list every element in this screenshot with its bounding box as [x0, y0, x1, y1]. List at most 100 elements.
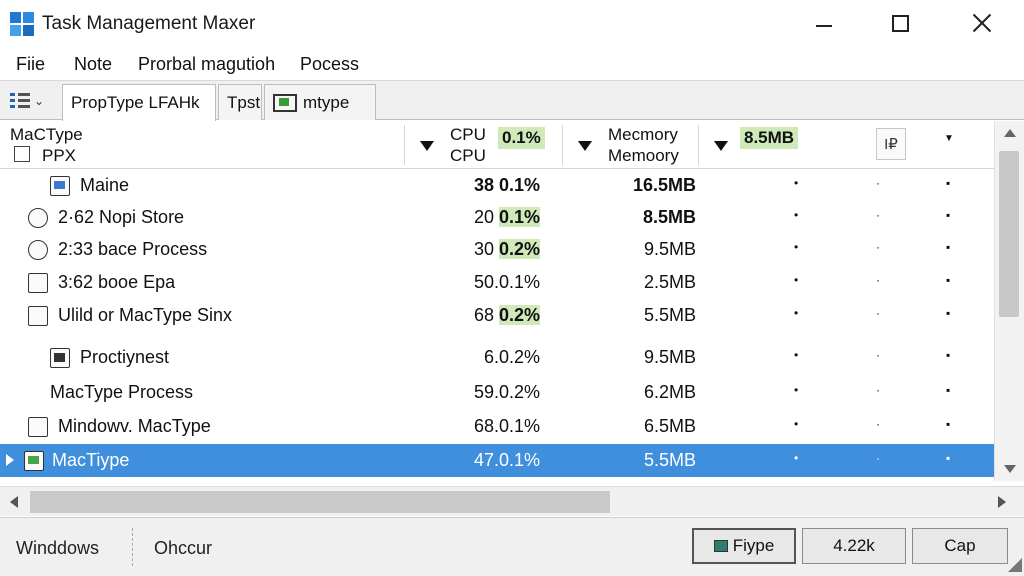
menu-file[interactable]: Fiie [16, 54, 45, 75]
process-cpu: 59.0.2% [473, 382, 540, 402]
row-marker-icon: ▪ [946, 176, 951, 190]
tab-label: Tpst [227, 92, 261, 112]
process-cpu: 47.0.1% [473, 450, 540, 470]
row-marker-icon: ▪ [946, 348, 951, 362]
table-row[interactable]: 2·62 Nopi Store 20 0.1% 8.5MB • · ▪ [0, 201, 994, 234]
menu-note[interactable]: Note [74, 54, 112, 75]
menu-prorbal[interactable]: Prorbal magutioh [138, 54, 275, 75]
row-marker-icon: · [876, 306, 880, 320]
process-cpu: 38 0.1% [473, 175, 540, 195]
process-cpu: 68.0.1% [473, 416, 540, 436]
close-icon [972, 13, 992, 33]
dark-chart-icon [50, 348, 70, 368]
cap-button[interactable]: Cap [912, 528, 1008, 564]
process-name: 3:62 booe Epa [58, 272, 176, 292]
tab-proptype[interactable]: PropType LFAHk [62, 84, 216, 121]
scroll-down-icon[interactable] [1004, 465, 1016, 473]
row-marker-icon: • [794, 306, 799, 320]
process-memory: 2.5MB [643, 272, 696, 292]
chart-app-icon [50, 176, 70, 196]
table-row[interactable]: MacTiype 47.0.1% 5.5MB • · ▪ [0, 444, 994, 477]
process-name: 2·62 Nopi Store [58, 207, 185, 227]
header-cpu-line2: CPU [450, 146, 486, 165]
chevron-down-icon: ⌄ [34, 94, 45, 108]
vertical-scrollbar[interactable] [994, 121, 1024, 481]
process-cpu: 6.0.2% [483, 347, 540, 367]
resize-grip-icon[interactable] [1008, 558, 1022, 572]
maximize-icon [891, 14, 909, 32]
table-row[interactable]: Maine 38 0.1% 16.5MB • · ▪ [0, 169, 994, 202]
process-name: 2:33 bace Process [58, 239, 208, 259]
horizontal-scrollbar[interactable] [0, 486, 1024, 516]
title-bar: Task Management Maxer [0, 0, 1024, 46]
row-marker-icon: · [876, 176, 880, 190]
type-button[interactable]: Fiype [692, 528, 796, 564]
header-memory-total: 8.5MB [740, 127, 799, 149]
column-divider[interactable] [698, 125, 699, 165]
table-row[interactable]: 3:62 booe Epa 50.0.1% 2.5MB • · ▪ [0, 266, 994, 299]
column-divider[interactable] [562, 125, 563, 165]
process-name: Mindowv. MacType [58, 416, 211, 436]
header-cpu-line1[interactable]: CPU [450, 124, 486, 145]
window-icon [28, 273, 48, 293]
window-title: Task Management Maxer [42, 13, 256, 34]
row-marker-icon: • [794, 176, 799, 190]
header-name-line1[interactable]: MaCType [10, 124, 83, 145]
subitem-icon [28, 417, 48, 437]
pin-column-button[interactable]: I₽ [876, 128, 906, 160]
process-memory: 6.5MB [643, 416, 696, 436]
row-marker-icon: • [794, 240, 799, 254]
tab-label: mtype [303, 92, 350, 112]
row-marker-icon: ▪ [946, 273, 951, 287]
process-cpu: 30 0.2% [473, 239, 540, 259]
tab-label: PropType LFAHk [71, 93, 200, 112]
cap-button-label: Cap [944, 536, 976, 555]
row-marker-icon: • [794, 208, 799, 222]
column-divider[interactable] [404, 125, 405, 165]
table-row[interactable]: Proctiynest 6.0.2% 9.5MB • · ▪ [0, 341, 994, 374]
table-row[interactable]: 2:33 bace Process 30 0.2% 9.5MB • · ▪ [0, 233, 994, 266]
row-marker-icon: • [794, 451, 799, 465]
view-options-button[interactable]: ⌄ [10, 89, 56, 113]
app-icon [713, 540, 728, 552]
process-memory: 9.5MB [643, 347, 696, 367]
row-marker-icon: ▪ [946, 208, 951, 222]
maximize-button[interactable] [882, 8, 918, 38]
tab-strip: ⌄ PropType LFAHk Tpst mtype [0, 80, 1024, 121]
scroll-right-icon[interactable] [998, 496, 1006, 508]
scroll-thumb[interactable] [30, 491, 610, 513]
process-name: Ulild or MacType Sinx [58, 305, 233, 325]
table-row[interactable]: Mindowv. MacType 68.0.1% 6.5MB • · ▪ [0, 410, 994, 443]
column-dropdown-icon[interactable]: ▼ [944, 133, 954, 144]
close-button[interactable] [964, 8, 1000, 38]
minimize-icon [816, 25, 832, 27]
process-memory: 6.2MB [643, 382, 696, 402]
row-marker-icon: · [876, 273, 880, 287]
scroll-up-icon[interactable] [1004, 129, 1016, 137]
row-marker-icon: · [876, 383, 880, 397]
row-marker-icon: • [794, 383, 799, 397]
type-button-label: Fiype [732, 536, 775, 555]
row-marker-icon: · [876, 348, 880, 362]
scroll-thumb[interactable] [999, 151, 1019, 317]
table-row[interactable]: MacType Process 59.0.2% 6.2MB • · ▪ [0, 376, 994, 409]
menu-process[interactable]: Pocess [300, 54, 359, 75]
process-cpu: 50.0.1% [473, 272, 540, 292]
tab-tpst[interactable]: Tpst [218, 84, 262, 120]
clock-icon [28, 208, 48, 228]
blank-window-icon [28, 306, 48, 326]
tab-mtype[interactable]: mtype [264, 84, 376, 120]
sort-down-icon[interactable] [578, 141, 592, 151]
sort-down-icon[interactable] [714, 141, 728, 151]
table-row[interactable]: Ulild or MacType Sinx 68 0.2% 5.5MB • · ▪ [0, 299, 994, 332]
header-memory-line1[interactable]: Mecmory [608, 124, 678, 145]
expand-icon[interactable] [6, 454, 14, 466]
size-button[interactable]: 4.22k [802, 528, 906, 564]
minimize-button[interactable] [806, 8, 842, 38]
windows-logo-icon [10, 12, 34, 36]
process-name: Maine [80, 175, 130, 195]
row-marker-icon: ▪ [946, 451, 951, 465]
list-view-icon [10, 93, 30, 109]
sort-down-icon[interactable] [420, 141, 434, 151]
scroll-left-icon[interactable] [10, 496, 18, 508]
